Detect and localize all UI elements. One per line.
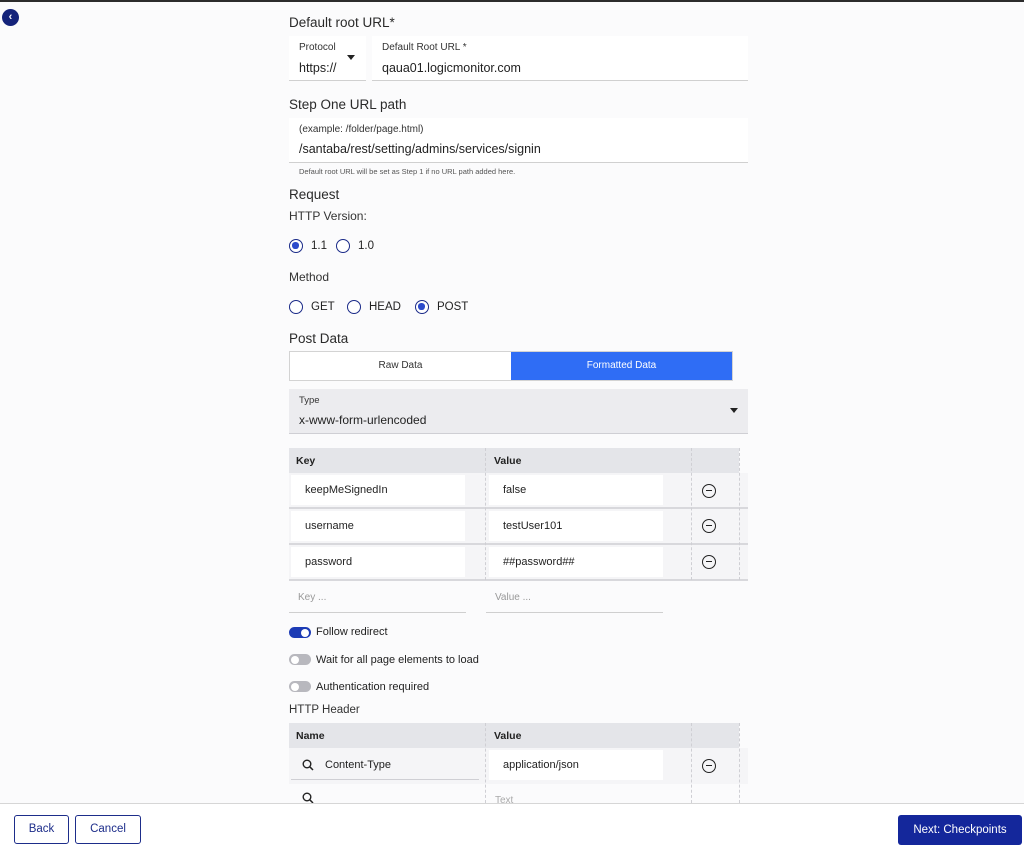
collapse-panel-button[interactable]: ‹ bbox=[2, 9, 19, 26]
footer-bar: Back Cancel Next: Checkpoints bbox=[0, 803, 1024, 853]
method-post-radio[interactable] bbox=[415, 300, 429, 314]
post-data-value-input[interactable]: testUser101 bbox=[489, 511, 663, 541]
authentication-required-label: Authentication required bbox=[316, 681, 430, 693]
column-divider bbox=[739, 723, 740, 803]
wait-for-elements-toggle[interactable] bbox=[289, 654, 311, 665]
follow-redirect-label: Follow redirect bbox=[316, 626, 388, 638]
name-column-header: Name bbox=[296, 730, 325, 742]
new-key-input[interactable]: Key ... bbox=[289, 583, 466, 613]
method-label: Method bbox=[289, 270, 330, 284]
wait-for-elements-label: Wait for all page elements to load bbox=[316, 654, 479, 666]
step-one-url-value: /santaba/rest/setting/admins/services/si… bbox=[299, 142, 541, 156]
caret-down-icon bbox=[730, 408, 738, 413]
remove-row-icon[interactable] bbox=[702, 484, 716, 498]
request-title: Request bbox=[289, 187, 340, 202]
post-data-title: Post Data bbox=[289, 331, 349, 346]
column-divider bbox=[485, 448, 486, 580]
remove-row-icon[interactable] bbox=[702, 519, 716, 533]
next-checkpoints-button[interactable]: Next: Checkpoints bbox=[898, 815, 1022, 845]
post-data-value-input[interactable]: false bbox=[489, 475, 663, 505]
http-version-1-0-radio[interactable] bbox=[336, 239, 350, 253]
new-value-input[interactable]: Value ... bbox=[486, 583, 663, 613]
post-data-key-input[interactable]: password bbox=[291, 547, 465, 577]
key-column-header: Key bbox=[296, 455, 316, 467]
step-one-placeholder-label: (example: /folder/page.html) bbox=[299, 124, 424, 135]
back-button[interactable]: Back bbox=[14, 815, 69, 844]
protocol-value: https:// bbox=[299, 61, 337, 75]
column-divider bbox=[691, 448, 692, 580]
step-one-url-input[interactable]: (example: /folder/page.html) /santaba/re… bbox=[289, 118, 748, 163]
protocol-label: Protocol bbox=[299, 42, 336, 53]
method-get-label: GET bbox=[311, 301, 335, 313]
remove-row-icon[interactable] bbox=[702, 759, 716, 773]
protocol-select[interactable]: Protocol https:// bbox=[289, 36, 366, 81]
column-divider bbox=[739, 448, 740, 580]
post-data-key-input[interactable]: keepMeSignedIn bbox=[291, 475, 465, 505]
method-get-radio[interactable] bbox=[289, 300, 303, 314]
root-url-label: Default Root URL * bbox=[382, 42, 467, 53]
post-data-table-header: Key Value bbox=[289, 448, 739, 473]
root-url-value: qaua01.logicmonitor.com bbox=[382, 61, 521, 75]
step-one-title: Step One URL path bbox=[289, 97, 407, 112]
method-post-label: POST bbox=[437, 301, 469, 313]
post-data-mode-toggle: Raw Data Formatted Data bbox=[289, 351, 733, 381]
tab-raw-data[interactable]: Raw Data bbox=[290, 352, 511, 380]
caret-down-icon bbox=[347, 55, 355, 60]
value-column-header: Value bbox=[494, 730, 522, 742]
step-one-hint: Default root URL will be set as Step 1 i… bbox=[299, 167, 516, 176]
cancel-button[interactable]: Cancel bbox=[75, 815, 141, 844]
root-url-title: Default root URL* bbox=[289, 15, 395, 30]
search-icon bbox=[302, 759, 314, 771]
remove-row-icon[interactable] bbox=[702, 555, 716, 569]
type-select[interactable]: Type x-www-form-urlencoded bbox=[289, 389, 748, 434]
top-divider bbox=[0, 0, 1024, 2]
chevron-left-icon: ‹ bbox=[8, 11, 13, 23]
post-data-value-input[interactable]: ##password## bbox=[489, 547, 663, 577]
post-data-key-input[interactable]: username bbox=[291, 511, 465, 541]
type-value: x-www-form-urlencoded bbox=[299, 413, 427, 427]
column-divider bbox=[691, 723, 692, 803]
http-version-1-0-label: 1.0 bbox=[358, 240, 374, 252]
follow-redirect-toggle[interactable] bbox=[289, 627, 311, 638]
method-head-label: HEAD bbox=[369, 301, 401, 313]
http-header-table-header: Name Value bbox=[289, 723, 739, 748]
http-version-label: HTTP Version: bbox=[289, 209, 367, 223]
value-column-header: Value bbox=[494, 455, 522, 467]
root-url-input[interactable]: Default Root URL * qaua01.logicmonitor.c… bbox=[372, 36, 748, 81]
header-name-input[interactable]: Content-Type bbox=[291, 750, 479, 780]
tab-formatted-data[interactable]: Formatted Data bbox=[511, 352, 732, 380]
column-divider bbox=[485, 723, 486, 803]
type-label: Type bbox=[299, 395, 320, 406]
http-version-1-1-label: 1.1 bbox=[311, 240, 327, 252]
header-value-input[interactable]: application/json bbox=[489, 750, 663, 780]
http-header-title: HTTP Header bbox=[289, 704, 360, 716]
http-version-1-1-radio[interactable] bbox=[289, 239, 303, 253]
authentication-required-toggle[interactable] bbox=[289, 681, 311, 692]
method-head-radio[interactable] bbox=[347, 300, 361, 314]
